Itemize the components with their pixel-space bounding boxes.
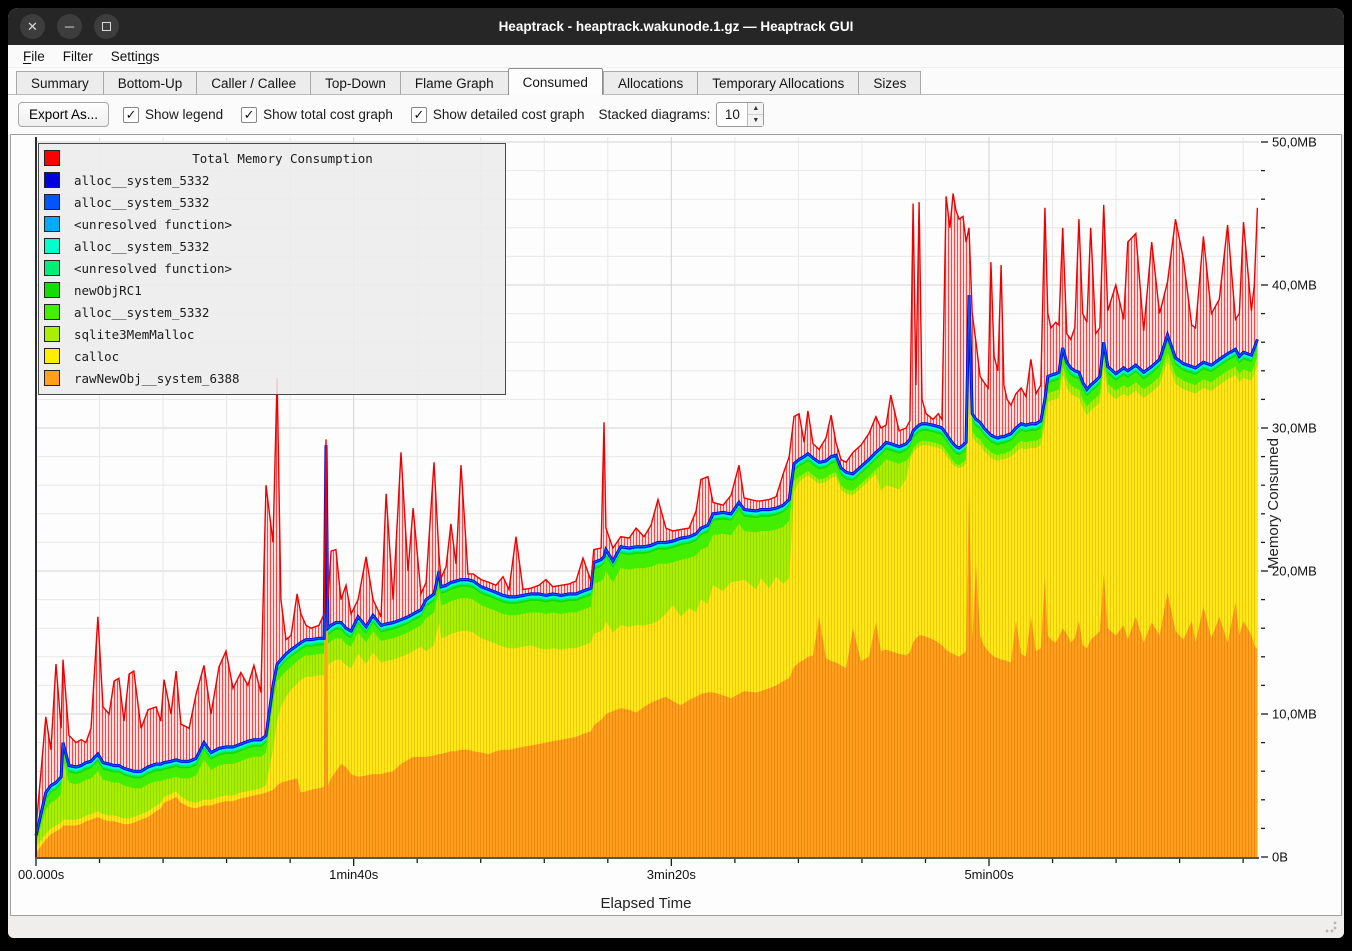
toolbar: Export As... ✓ Show legend ✓ Show total cos…	[8, 95, 1344, 134]
svg-text:40,0MB: 40,0MB	[1272, 278, 1317, 293]
legend-item: alloc__system_5332	[39, 301, 505, 323]
svg-text:1min40s: 1min40s	[329, 867, 379, 882]
menu-bar: FileFilterSettings	[8, 45, 1344, 68]
checkbox-group: ✓ Show legend ✓ Show total cost graph ✓ Show …	[123, 107, 585, 123]
svg-text:10,0MB: 10,0MB	[1272, 707, 1317, 722]
svg-text:0B: 0B	[1272, 850, 1288, 865]
legend-item: sqlite3MemMalloc	[39, 323, 505, 345]
tab-allocations[interactable]: Allocations	[603, 71, 697, 95]
tab-bar: SummaryBottom-UpCaller / CalleeTop-DownF…	[8, 68, 1344, 95]
legend-label: <unresolved function>	[74, 261, 232, 276]
tab-flame-graph[interactable]: Flame Graph	[400, 71, 508, 95]
chart-legend: Total Memory Consumption alloc__system_53…	[38, 143, 506, 395]
legend-title-row: Total Memory Consumption	[39, 147, 505, 169]
stacked-diagrams-value[interactable]: 10	[717, 103, 747, 126]
svg-text:30,0MB: 30,0MB	[1272, 421, 1317, 436]
checkbox-show-legend[interactable]: ✓ Show legend	[123, 107, 223, 123]
checkmark-icon: ✓	[123, 107, 139, 123]
tab-consumed[interactable]: Consumed	[508, 68, 603, 95]
legend-swatch	[44, 326, 60, 342]
legend-swatch	[44, 194, 60, 210]
legend-label: calloc	[74, 349, 119, 364]
spin-buttons: ▲ ▼	[747, 103, 763, 126]
stacked-diagrams-spinbox[interactable]: 10 ▲ ▼	[716, 102, 764, 127]
legend-label: newObjRC1	[74, 283, 142, 298]
svg-text:3min20s: 3min20s	[647, 867, 697, 882]
legend-item: rawNewObj__system_6388	[39, 367, 505, 389]
app-window: ✕ ─ Heaptrack - heaptrack.wakunode.1.gz …	[8, 8, 1344, 938]
legend-swatch	[44, 282, 60, 298]
legend-swatch	[44, 260, 60, 276]
checkmark-icon: ✓	[241, 107, 257, 123]
legend-label: <unresolved function>	[74, 217, 232, 232]
legend-label: alloc__system_5332	[74, 173, 209, 188]
legend-item: calloc	[39, 345, 505, 367]
menu-file[interactable]: File	[14, 47, 54, 66]
legend-swatch	[44, 172, 60, 188]
checkbox-show-total-cost-graph[interactable]: ✓ Show total cost graph	[241, 107, 393, 123]
legend-item: alloc__system_5332	[39, 235, 505, 257]
title-bar: ✕ ─ Heaptrack - heaptrack.wakunode.1.gz …	[8, 8, 1344, 45]
legend-swatch	[44, 216, 60, 232]
legend-item: <unresolved function>	[39, 257, 505, 279]
legend-label: Total Memory Consumption	[60, 151, 505, 166]
tab-summary[interactable]: Summary	[16, 71, 103, 95]
checkbox-label: Show legend	[145, 107, 223, 122]
checkmark-icon: ✓	[411, 107, 427, 123]
legend-label: rawNewObj__system_6388	[74, 371, 240, 386]
tab-caller-callee[interactable]: Caller / Callee	[196, 71, 310, 95]
legend-swatch	[44, 150, 60, 166]
legend-label: sqlite3MemMalloc	[74, 327, 194, 342]
legend-swatch	[44, 238, 60, 254]
svg-text:00.000s: 00.000s	[18, 867, 65, 882]
y-axis-title: Memory Consumed	[1265, 438, 1282, 569]
legend-label: alloc__system_5332	[74, 305, 209, 320]
window-bottom-strip	[8, 916, 1344, 938]
stacked-diagrams-label: Stacked diagrams:	[599, 107, 711, 122]
legend-swatch	[44, 348, 60, 364]
x-axis-title: Elapsed Time	[11, 895, 1281, 912]
menu-filter[interactable]: Filter	[54, 47, 102, 66]
menu-settings[interactable]: Settings	[102, 47, 169, 66]
window-title: Heaptrack - heaptrack.wakunode.1.gz — He…	[8, 19, 1344, 34]
legend-label: alloc__system_5332	[74, 239, 209, 254]
export-as-button[interactable]: Export As...	[18, 102, 109, 127]
tab-top-down[interactable]: Top-Down	[310, 71, 400, 95]
consumed-chart: 0B10,0MB20,0MB30,0MB40,0MB50,0MB00.000s1…	[10, 134, 1342, 916]
checkbox-label: Show detailed cost graph	[433, 107, 585, 122]
checkbox-label: Show total cost graph	[263, 107, 393, 122]
legend-item: <unresolved function>	[39, 213, 505, 235]
legend-swatch	[44, 370, 60, 386]
legend-item: alloc__system_5332	[39, 191, 505, 213]
spin-down-button[interactable]: ▼	[748, 115, 763, 126]
resize-grip[interactable]	[1324, 920, 1338, 934]
tab-temporary-allocations[interactable]: Temporary Allocations	[697, 71, 858, 95]
legend-item: newObjRC1	[39, 279, 505, 301]
svg-text:5min00s: 5min00s	[964, 867, 1014, 882]
checkbox-show-detailed-cost-graph[interactable]: ✓ Show detailed cost graph	[411, 107, 585, 123]
tab-sizes[interactable]: Sizes	[858, 71, 921, 95]
spin-up-button[interactable]: ▲	[748, 103, 763, 115]
tab-bottom-up[interactable]: Bottom-Up	[103, 71, 197, 95]
legend-item: alloc__system_5332	[39, 169, 505, 191]
legend-label: alloc__system_5332	[74, 195, 209, 210]
legend-swatch	[44, 304, 60, 320]
svg-text:50,0MB: 50,0MB	[1272, 135, 1317, 150]
